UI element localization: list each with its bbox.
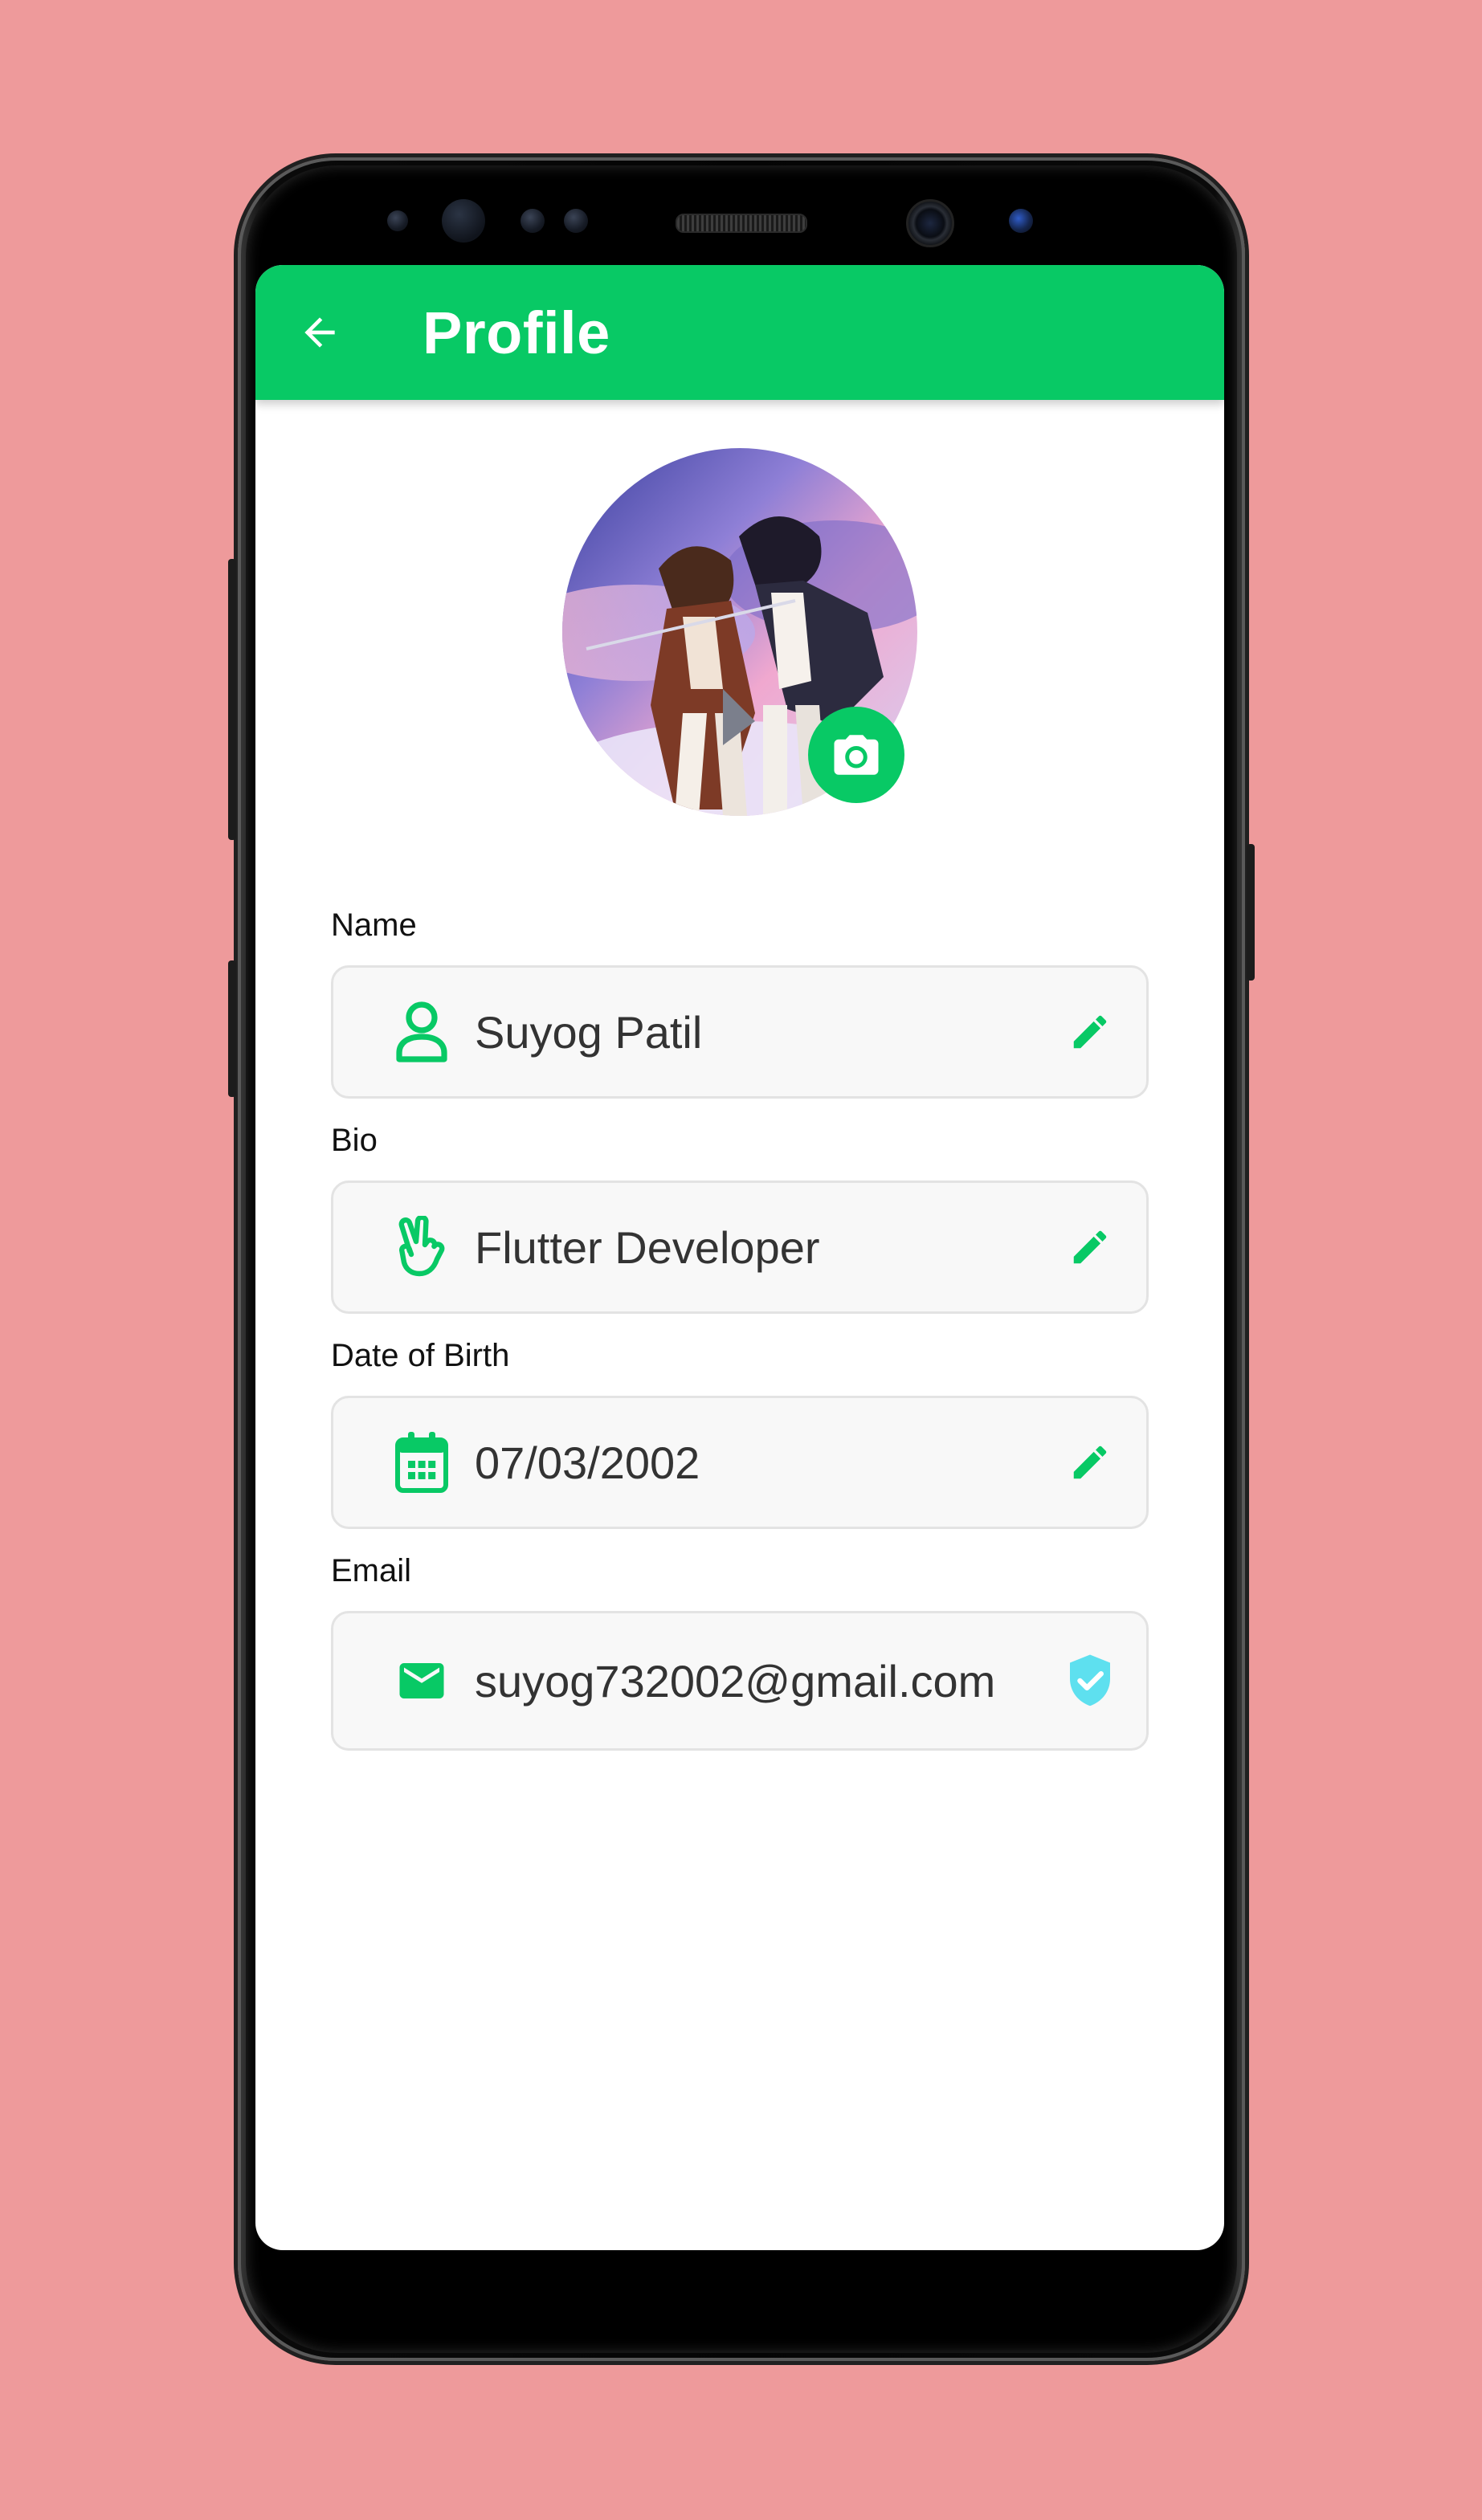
led-sensor: [564, 209, 588, 233]
change-photo-button[interactable]: [808, 707, 904, 803]
proximity-sensor: [387, 210, 408, 231]
person-icon: [390, 1000, 454, 1064]
hand-peace-icon: [390, 1215, 454, 1279]
email-field[interactable]: suyog732002@gmail.com: [331, 1611, 1149, 1751]
bio-value: Flutter Developer: [475, 1221, 820, 1273]
edit-bio-button[interactable]: [1066, 1223, 1114, 1271]
light-sensor: [521, 209, 545, 233]
app-screen: Profile Name Suyog Patil Bio Flutter Dev…: [255, 265, 1224, 2250]
power-button: [1247, 844, 1255, 981]
back-button[interactable]: [288, 300, 352, 365]
calendar-icon: [390, 1430, 454, 1494]
dob-label: Date of Birth: [331, 1338, 510, 1373]
front-camera: [906, 199, 954, 247]
app-bar: Profile: [255, 265, 1224, 400]
edit-name-button[interactable]: [1066, 1008, 1114, 1056]
iris-camera: [1009, 209, 1033, 233]
verified-shield-icon: [1070, 1654, 1110, 1707]
name-value: Suyog Patil: [475, 1006, 703, 1058]
email-verified-badge: [1066, 1654, 1114, 1707]
bio-label: Bio: [331, 1123, 378, 1158]
dob-field[interactable]: 07/03/2002: [331, 1396, 1149, 1529]
pencil-icon: [1073, 1230, 1107, 1264]
bio-field[interactable]: Flutter Developer: [331, 1180, 1149, 1314]
iris-scanner: [442, 199, 485, 243]
edit-dob-button[interactable]: [1066, 1438, 1114, 1486]
bixby-button: [228, 960, 236, 1097]
pencil-icon: [1073, 1015, 1107, 1049]
email-value: suyog732002@gmail.com: [475, 1655, 996, 1707]
mail-icon: [390, 1649, 454, 1713]
email-label: Email: [331, 1553, 412, 1588]
phone-frame: Profile Name Suyog Patil Bio Flutter Dev…: [228, 157, 1255, 2361]
name-label: Name: [331, 907, 417, 943]
volume-button: [228, 559, 236, 840]
arrow-left-icon: [304, 317, 335, 348]
earpiece-speaker: [676, 214, 807, 233]
dob-value: 07/03/2002: [475, 1437, 700, 1488]
pencil-icon: [1073, 1446, 1107, 1479]
page-title: Profile: [423, 299, 610, 366]
name-field[interactable]: Suyog Patil: [331, 965, 1149, 1099]
camera-icon: [834, 735, 879, 775]
avatar-section: [562, 448, 917, 816]
bottom-bezel: [255, 2250, 1224, 2339]
